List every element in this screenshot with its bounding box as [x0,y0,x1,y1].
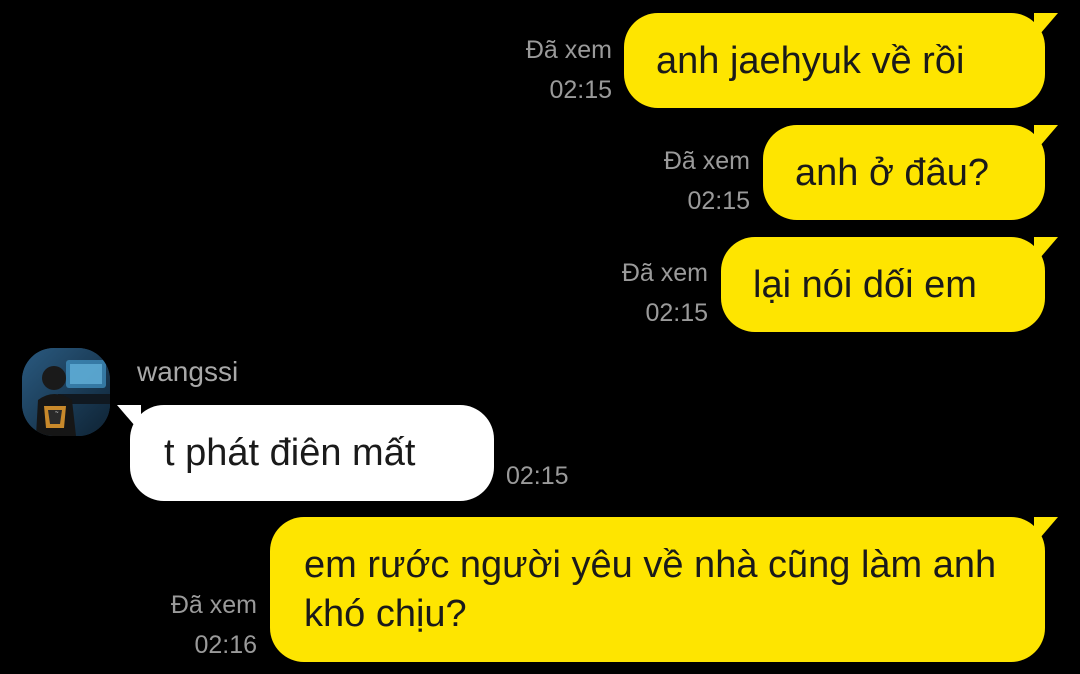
message-time: 02:15 [549,76,612,104]
avatar[interactable]: ~ [22,348,110,436]
outgoing-message-bubble[interactable]: anh jaehyuk về rồi [624,13,1058,108]
message-meta: Đã xem 02:15 [470,30,612,110]
message-text: anh jaehyuk về rồi [656,39,965,82]
user-avatar-photo-icon: ~ [22,348,110,436]
read-status: Đã xem [663,147,750,175]
message-text: anh ở đâu? [795,151,989,194]
message-time: 02:15 [506,462,569,490]
message-text: t phát điên mất [164,432,416,474]
message-meta: Đã xem 02:15 [566,253,708,333]
incoming-message-bubble[interactable]: t phát điên mất [117,405,494,501]
message-time: 02:15 [687,187,750,215]
message-time: 02:15 [645,299,708,327]
sender-name[interactable]: wangssi [137,352,238,392]
message-meta: Đã xem 02:15 [610,141,750,221]
message-meta: 02:15 [506,456,606,496]
message-meta: Đã xem 02:16 [114,585,257,665]
outgoing-message-bubble[interactable]: anh ở đâu? [763,125,1058,220]
outgoing-message-bubble[interactable]: em rước người yêu về nhà cũng làm anh kh… [270,517,1058,662]
read-status: Đã xem [621,259,708,287]
message-text: em rước người yêu về nhà cũng làm anh kh… [304,543,997,635]
chat-thread: Đã xem 02:15 anh jaehyuk về rồi Đã xem 0… [0,0,1080,674]
message-text: lại nói dối em [753,263,977,306]
outgoing-message-bubble[interactable]: lại nói dối em [721,237,1058,332]
read-status: Đã xem [170,591,257,619]
message-time: 02:16 [194,631,257,659]
read-status: Đã xem [525,36,612,64]
svg-text:~: ~ [55,410,59,416]
